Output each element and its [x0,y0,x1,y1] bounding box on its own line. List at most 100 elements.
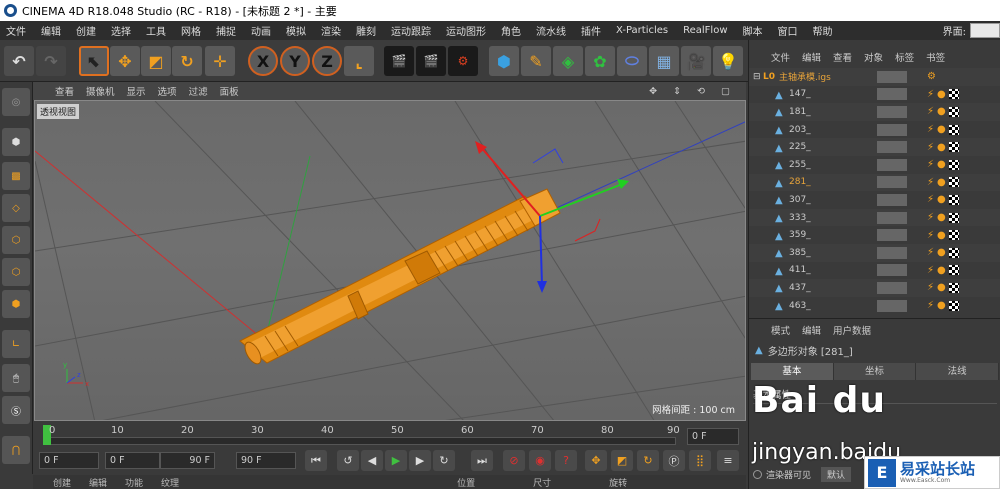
menu-mesh[interactable]: 网格 [181,23,201,38]
pen-spline-icon[interactable]: ✎ [521,46,551,76]
object-name[interactable]: 333_ [789,213,811,223]
menu-sculpt[interactable]: 雕刻 [356,23,376,38]
object-name[interactable]: 181_ [789,107,811,117]
menu-file[interactable]: 文件 [6,23,26,38]
object-root-name[interactable]: 主轴承模.igs [779,70,831,83]
visibility-toggle[interactable] [877,105,907,118]
uvw-tag-icon[interactable]: ● [937,177,946,188]
viewport-menu-view[interactable]: 查看 [55,84,74,98]
material-tag-icon[interactable] [948,89,959,100]
render-view-icon[interactable]: 🎬 [384,46,414,76]
uvw-tag-icon[interactable]: ● [937,124,946,135]
uvw-tag-icon[interactable]: ● [937,194,946,205]
object-row[interactable]: ▲ 225_ ⚡ ● [749,138,1000,156]
om-menu-objects[interactable]: 对象 [864,50,883,64]
perspective-viewport[interactable]: y x z 透视视图 网格间距 : 100 cm [34,100,746,421]
next-key-icon[interactable]: ↻ [433,450,455,471]
phong-tag-icon[interactable]: ⚡ [927,124,934,135]
material-tag-icon[interactable] [948,300,959,311]
visibility-toggle[interactable] [877,123,907,136]
phong-tag-icon[interactable]: ⚡ [927,300,934,311]
object-row[interactable]: ▲ 333_ ⚡ ● [749,208,1000,227]
om-menu-tags[interactable]: 标签 [895,50,914,64]
menu-tools[interactable]: 工具 [146,23,166,38]
tag-icon[interactable]: ⚙ [927,71,936,82]
material-tag-icon[interactable] [948,159,959,170]
visibility-toggle[interactable] [877,246,907,259]
y-axis-lock-icon[interactable]: Y [280,46,310,76]
menu-render[interactable]: 渲染 [321,23,341,38]
material-tag-icon[interactable] [948,124,959,135]
material-menu-create[interactable]: 创建 [53,476,71,489]
material-tag-icon[interactable] [948,194,959,205]
menu-help[interactable]: 帮助 [813,23,833,38]
uvw-tag-icon[interactable]: ● [937,300,946,311]
object-row[interactable]: ▲ 255_ ⚡ ● [749,156,1000,174]
menu-simulate[interactable]: 模拟 [286,23,306,38]
light-icon[interactable]: 💡 [713,46,743,76]
collapse-icon[interactable]: ⊟ [753,72,761,82]
model-mode-icon[interactable]: ⬢ [2,128,30,156]
object-row[interactable]: ▲ 359_ ⚡ ● [749,226,1000,244]
visibility-toggle[interactable] [877,176,907,189]
object-name[interactable]: 385_ [789,248,811,258]
timeline-track[interactable] [43,437,676,445]
key-position-icon[interactable]: ✥ [585,450,607,471]
visibility-toggle[interactable] [877,158,907,171]
material-tag-icon[interactable] [948,212,959,223]
material-tag-icon[interactable] [948,142,959,153]
record-keys-icon[interactable]: ⊘ [503,450,525,471]
menu-pipeline[interactable]: 流水线 [536,23,566,38]
object-row[interactable]: ▲ 385_ ⚡ ● [749,243,1000,262]
tab-basic[interactable]: 基本 [751,363,834,380]
undo-icon[interactable]: ↶ [4,46,34,76]
menu-select[interactable]: 选择 [111,23,131,38]
object-row[interactable]: ▲ 181_ ⚡ ● [749,103,1000,121]
workplane-mode-icon[interactable]: ◇ [2,194,30,222]
object-name[interactable]: 281_ [789,177,811,187]
om-menu-view[interactable]: 查看 [833,50,852,64]
attr-menu-edit[interactable]: 编辑 [802,323,821,337]
object-row[interactable]: ▲ 463_ ⚡ ● [749,297,1000,315]
play-icon[interactable]: ▶ [385,450,407,471]
uvw-tag-icon[interactable]: ● [937,230,946,241]
menu-window[interactable]: 窗口 [778,23,798,38]
phong-tag-icon[interactable]: ⚡ [927,230,934,241]
render-visible-dropdown[interactable]: 默认 [821,467,852,482]
visibility-toggle[interactable] [877,70,907,83]
viewport-menu-filter[interactable]: 过滤 [189,84,208,98]
material-tag-icon[interactable] [948,247,959,258]
go-to-start-icon[interactable]: ⏮ [305,450,327,471]
object-name[interactable]: 411_ [789,265,811,275]
key-param-icon[interactable]: Ⓟ [663,450,685,471]
previous-key-icon[interactable]: ↺ [337,450,359,471]
phong-tag-icon[interactable]: ⚡ [927,265,934,276]
range-start-field[interactable]: 0 F [105,452,160,469]
phong-tag-icon[interactable]: ⚡ [927,282,934,293]
uvw-tag-icon[interactable]: ● [937,212,946,223]
go-to-end-icon[interactable]: ⏭ [471,450,493,471]
attr-menu-mode[interactable]: 模式 [771,323,790,337]
axis-mode-icon[interactable]: ∟ [2,330,30,358]
key-pla-icon[interactable]: ⣿ [689,450,711,471]
object-row[interactable]: ▲ 411_ ⚡ ● [749,262,1000,280]
viewport-menu-camera[interactable]: 摄像机 [86,84,115,98]
phong-tag-icon[interactable]: ⚡ [927,159,934,170]
material-tag-icon[interactable] [948,106,959,117]
phong-tag-icon[interactable]: ⚡ [927,142,934,153]
move-tool-icon[interactable]: ✥ [110,46,140,76]
polygons-mode-icon[interactable]: ⬢ [2,290,30,318]
om-menu-bookmarks[interactable]: 书签 [926,50,945,64]
object-row[interactable]: ▲ 437_ ⚡ ● [749,279,1000,297]
z-axis-lock-icon[interactable]: Z [312,46,342,76]
texture-mode-icon[interactable]: ▩ [2,162,30,190]
uvw-tag-icon[interactable]: ● [937,106,946,117]
tab-normals[interactable]: 法线 [916,363,1000,380]
rotate-tool-icon[interactable]: ↻ [172,46,202,76]
keyframe-selection-icon[interactable]: ? [555,450,577,471]
gizmo-plane-xz[interactable] [532,148,564,164]
viewport-rotate-icon[interactable]: ⟲ [697,86,705,97]
phong-tag-icon[interactable]: ⚡ [927,177,934,188]
current-frame-field[interactable]: 0 F [687,428,739,445]
uvw-tag-icon[interactable]: ● [937,89,946,100]
